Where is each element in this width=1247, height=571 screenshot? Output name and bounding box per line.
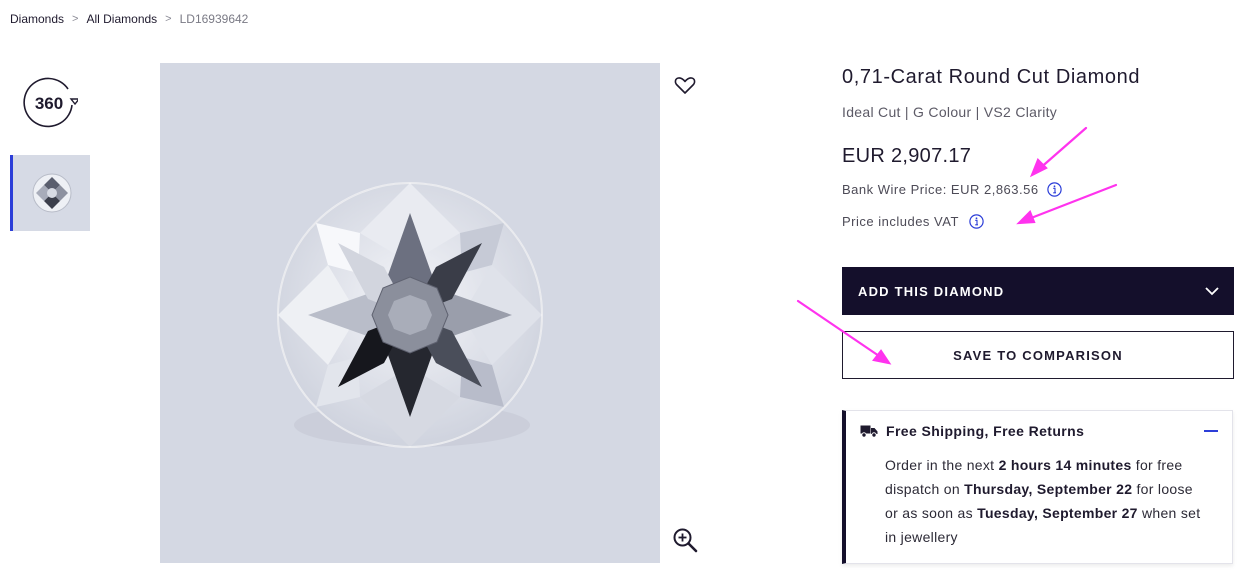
info-icon[interactable] xyxy=(969,214,984,229)
info-icon[interactable] xyxy=(1046,182,1062,197)
vat-note-text: Price includes VAT xyxy=(842,214,959,229)
shipping-heading-text: Free Shipping, Free Returns xyxy=(886,423,1085,439)
dispatch-date: Thursday, September 22 xyxy=(964,481,1133,497)
shipping-info-panel: Free Shipping, Free Returns Order in the… xyxy=(842,410,1233,564)
rotate-360-icon: 360 xyxy=(23,77,81,128)
view-360-label: 360 xyxy=(35,94,63,113)
diamond-thumbnail-graphic xyxy=(32,173,71,213)
breadcrumb-link-diamonds[interactable]: Diamonds xyxy=(10,12,64,26)
breadcrumb-link-all-diamonds[interactable]: All Diamonds xyxy=(86,12,157,26)
bank-wire-price: Bank Wire Price: EUR 2,863.56 xyxy=(842,182,1062,197)
shipping-heading[interactable]: Free Shipping, Free Returns xyxy=(860,423,1084,439)
breadcrumb: Diamonds > All Diamonds > LD16939642 xyxy=(10,12,248,26)
diamond-main-image[interactable] xyxy=(160,63,660,563)
save-to-comparison-label: SAVE TO COMPARISON xyxy=(953,347,1123,363)
diamond-illustration xyxy=(277,182,543,448)
breadcrumb-current-item: LD16939642 xyxy=(179,12,249,26)
annotation-arrow xyxy=(1036,126,1088,172)
breadcrumb-separator: > xyxy=(165,13,172,25)
shipping-countdown: 2 hours 14 minutes xyxy=(998,457,1132,473)
wishlist-heart-icon[interactable] xyxy=(673,73,697,97)
vat-note: Price includes VAT xyxy=(842,214,984,229)
add-this-diamond-label: ADD THIS DIAMOND xyxy=(858,283,1005,299)
minus-icon[interactable] xyxy=(1204,430,1218,432)
truck-icon xyxy=(860,424,878,438)
bank-wire-price-text: Bank Wire Price: EUR 2,863.56 xyxy=(842,182,1039,197)
thumbnail-diamond-image[interactable] xyxy=(10,155,90,231)
product-specs: Ideal Cut | G Colour | VS2 Clarity xyxy=(842,104,1058,120)
zoom-in-icon[interactable] xyxy=(672,527,698,553)
jewellery-dispatch-date: Tuesday, September 27 xyxy=(977,505,1138,521)
annotation-arrowhead xyxy=(1016,210,1036,225)
product-price: EUR 2,907.17 xyxy=(842,145,972,167)
shipping-line1-prefix: Order in the next xyxy=(885,457,999,473)
chevron-down-icon xyxy=(1205,287,1219,296)
save-to-comparison-button[interactable]: SAVE TO COMPARISON xyxy=(842,331,1234,379)
product-title: 0,71-Carat Round Cut Diamond xyxy=(842,66,1141,88)
annotation-arrowhead xyxy=(1029,158,1048,178)
shipping-details: Order in the next 2 hours 14 minutes for… xyxy=(885,453,1205,549)
thumbnail-360-view[interactable]: 360 xyxy=(22,75,81,131)
breadcrumb-separator: > xyxy=(72,13,79,25)
add-this-diamond-button[interactable]: ADD THIS DIAMOND xyxy=(842,267,1234,315)
